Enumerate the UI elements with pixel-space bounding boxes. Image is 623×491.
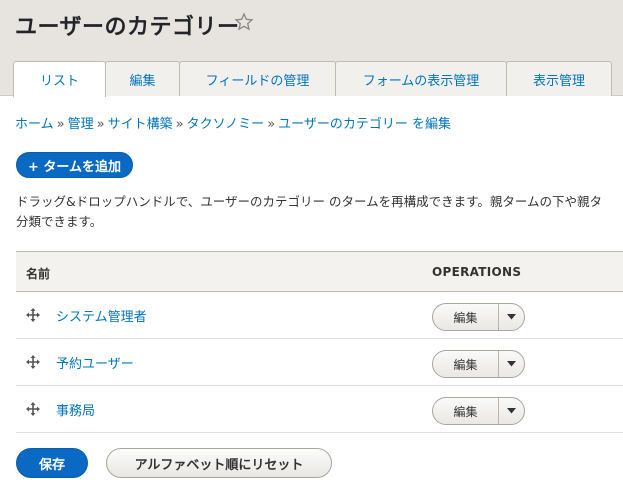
dropdown-toggle[interactable]	[499, 351, 524, 377]
star-icon[interactable]	[234, 12, 254, 32]
operations-dropbutton: 編集	[432, 303, 525, 331]
chevron-down-icon	[507, 314, 516, 320]
operations-dropbutton: 編集	[432, 350, 525, 378]
description-text: ドラッグ&ドロップハンドルで、ユーザーのカテゴリー のタームを再構成できます。親…	[16, 192, 602, 232]
tab-list[interactable]: リスト	[13, 61, 106, 97]
breadcrumb-separator: »	[56, 117, 65, 132]
dropdown-toggle[interactable]	[499, 304, 524, 330]
edit-button[interactable]: 編集	[433, 398, 499, 424]
reset-alphabetical-button[interactable]: アルファベット順にリセット	[106, 448, 332, 478]
table-row: 事務局 編集	[16, 386, 623, 433]
term-link[interactable]: 予約ユーザー	[56, 353, 134, 372]
page-title: ユーザーのカテゴリー	[15, 15, 240, 40]
drag-handle-icon[interactable]	[26, 355, 40, 369]
chevron-down-icon	[507, 408, 516, 414]
table-header: 名前 OPERATIONS	[16, 251, 623, 292]
description-line-2: 分類できます。	[16, 214, 103, 229]
dropdown-toggle[interactable]	[499, 398, 524, 424]
breadcrumb-home[interactable]: ホーム	[15, 117, 54, 132]
page-header: ユーザーのカテゴリー リスト 編集 フィールドの管理 フォームの表示管理 表示管…	[0, 0, 623, 97]
column-header-name: 名前	[26, 267, 51, 281]
term-link[interactable]: システム管理者	[56, 306, 147, 325]
column-header-operations: OPERATIONS	[432, 265, 522, 279]
add-term-button[interactable]: + タームを追加	[16, 152, 133, 178]
breadcrumb-edit-vocabulary[interactable]: ユーザーのカテゴリー を編集	[278, 117, 451, 132]
drag-handle-icon[interactable]	[26, 402, 40, 416]
description-line-1: ドラッグ&ドロップハンドルで、ユーザーのカテゴリー のタームを再構成できます。親…	[16, 194, 602, 209]
table-row: 予約ユーザー 編集	[16, 339, 623, 386]
tab-manage-display[interactable]: 表示管理	[506, 61, 612, 96]
terms-table: 名前 OPERATIONS システム管理者 編集 予約ユーザー 編集 事務局 編…	[16, 251, 623, 433]
breadcrumb-structure[interactable]: サイト構築	[108, 117, 173, 132]
tab-manage-form-display[interactable]: フォームの表示管理	[335, 61, 507, 96]
tab-edit[interactable]: 編集	[105, 61, 180, 96]
breadcrumb-separator: »	[175, 117, 184, 132]
drag-handle-icon[interactable]	[26, 308, 40, 322]
breadcrumb-admin[interactable]: 管理	[68, 117, 94, 132]
save-button[interactable]: 保存	[16, 448, 88, 478]
operations-dropbutton: 編集	[432, 397, 525, 425]
table-row: システム管理者 編集	[16, 292, 623, 339]
edit-button[interactable]: 編集	[433, 351, 499, 377]
breadcrumb: ホーム» 管理» サイト構築» タクソノミー» ユーザーのカテゴリー を編集	[15, 113, 451, 132]
breadcrumb-separator: »	[96, 117, 105, 132]
breadcrumb-separator: »	[267, 117, 276, 132]
tab-manage-fields[interactable]: フィールドの管理	[179, 61, 336, 96]
breadcrumb-taxonomy[interactable]: タクソノミー	[187, 117, 265, 132]
term-link[interactable]: 事務局	[56, 400, 95, 419]
edit-button[interactable]: 編集	[433, 304, 499, 330]
chevron-down-icon	[507, 361, 516, 367]
